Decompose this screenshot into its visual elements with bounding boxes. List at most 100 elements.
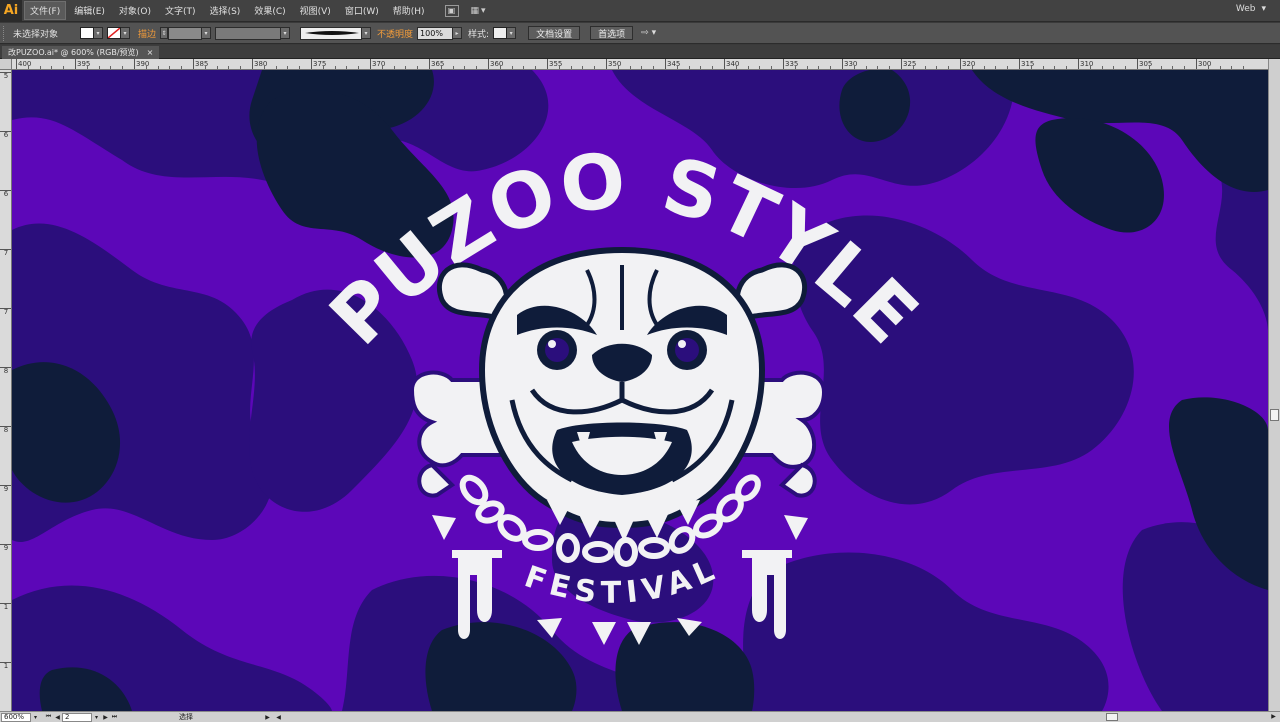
menu-type[interactable]: 文字(T) (159, 1, 202, 20)
chevron-down-icon[interactable]: ▾ (281, 27, 291, 39)
vertical-scroll-thumb[interactable] (1270, 409, 1279, 421)
scroll-right-icon[interactable]: ▶ (1269, 712, 1278, 721)
document-tab-title: 改PUZOO.ai* @ 600% (RGB/预览) (8, 48, 139, 57)
chevron-down-icon[interactable]: ▾ (652, 28, 657, 38)
opacity-control[interactable]: 100% ▸ (417, 26, 463, 40)
horizontal-scrollbar[interactable] (300, 712, 1260, 722)
ruler-minor-tick (452, 66, 454, 69)
stroke-weight[interactable]: ⇕ ▾ (160, 26, 212, 40)
ruler-minor-tick (1172, 66, 1174, 69)
ruler-minor-tick (417, 66, 419, 69)
ruler-tick-label: 5 (0, 72, 11, 80)
ruler-origin[interactable] (0, 59, 12, 70)
ruler-minor-tick (570, 66, 572, 69)
stepper-icon[interactable]: ⇕ (160, 27, 169, 39)
horizontal-scroll-thumb[interactable] (1106, 713, 1118, 721)
menu-effect[interactable]: 效果(C) (248, 1, 291, 20)
ruler-minor-tick (1125, 66, 1127, 69)
ruler-minor-tick (700, 66, 702, 69)
opacity-field[interactable]: 100% (417, 26, 454, 40)
ruler-minor-tick (629, 66, 631, 69)
ruler-tick-label: 8 (0, 426, 11, 434)
chevron-down-icon[interactable]: ▾ (362, 27, 372, 39)
chevron-down-icon[interactable]: ▾ (507, 27, 517, 39)
vertical-ruler[interactable]: 566778899111 (0, 70, 12, 711)
workspace-switcher[interactable]: Web ▾ (1236, 4, 1266, 14)
menu-window[interactable]: 窗口(W) (339, 1, 385, 20)
panel-menu[interactable]: ⇨ ▾ (641, 28, 656, 38)
vertical-scrollbar[interactable] (1268, 59, 1280, 711)
ruler-minor-tick (735, 66, 737, 69)
ruler-minor-tick (983, 66, 985, 69)
ruler-minor-tick (1148, 66, 1150, 69)
ruler-minor-tick (523, 66, 525, 69)
artboard-field[interactable]: 2 (62, 712, 92, 722)
stroke-control[interactable]: ▾ (107, 27, 131, 39)
panel-grip[interactable] (3, 25, 7, 41)
menu-file[interactable]: 文件(F) (24, 1, 67, 20)
artboard-canvas[interactable]: PUZOO STYLE FESTIVAL (12, 70, 1268, 711)
stroke-label[interactable]: 描边 (138, 27, 156, 40)
chevron-right-icon[interactable]: ▶ (263, 713, 272, 722)
style-swatch[interactable] (493, 27, 508, 39)
style-control[interactable]: ▾ (493, 27, 517, 39)
horizontal-ruler[interactable]: 400 395 390 385 380 375 370 365 360 355 350 345 340 3… (12, 59, 1268, 70)
ruler-minor-tick (169, 66, 171, 69)
control-bar: 未选择对象 ▾ ▾ 描边 ⇕ ▾ ▾ ▾ 不透明度 100% ▸ 样式: ▾ 文… (0, 23, 1280, 44)
profile-field[interactable] (215, 26, 282, 40)
ruler-minor-tick (393, 66, 395, 69)
menu-select[interactable]: 选择(S) (204, 1, 247, 20)
ruler-minor-tick (27, 66, 29, 69)
next-artboard-icon[interactable]: ▶ (101, 713, 110, 722)
fill-control[interactable]: ▾ (80, 27, 104, 39)
ruler-minor-tick (1007, 66, 1009, 69)
fill-swatch[interactable] (80, 27, 95, 39)
document-setup-button[interactable]: 文档设置 (528, 26, 581, 40)
chevron-right-icon[interactable]: ▸ (453, 27, 463, 39)
ruler-minor-tick (110, 66, 112, 69)
ruler-minor-tick (334, 66, 336, 69)
ruler-minor-tick (381, 66, 383, 69)
ruler-minor-tick (865, 66, 867, 69)
ruler-minor-tick (405, 66, 407, 69)
bridge-icon[interactable]: ▣ (444, 4, 459, 17)
menu-help[interactable]: 帮助(H) (387, 1, 431, 20)
arrange-documents-button[interactable]: ▦ ▾ (471, 6, 486, 16)
app-logo: Ai (0, 0, 22, 22)
preferences-button[interactable]: 首选项 (590, 26, 634, 40)
ruler-minor-tick (653, 66, 655, 69)
chevron-down-icon[interactable]: ▾ (94, 27, 104, 39)
panel-options-icon[interactable]: ⇨ (641, 28, 649, 38)
ruler-minor-tick (358, 66, 360, 69)
stroke-weight-field[interactable] (168, 26, 203, 40)
ruler-minor-tick (86, 66, 88, 69)
menu-view[interactable]: 视图(V) (294, 1, 337, 20)
last-artboard-icon[interactable]: ⏭ (110, 713, 119, 722)
previous-artboard-icon[interactable]: ◀ (53, 713, 62, 722)
close-icon[interactable]: × (147, 48, 154, 57)
style-label: 样式: (468, 29, 490, 40)
chevron-down-icon[interactable]: ▾ (92, 713, 101, 722)
chevron-down-icon[interactable]: ▾ (121, 27, 131, 39)
ruler-minor-tick (464, 66, 466, 69)
document-tab[interactable]: 改PUZOO.ai* @ 600% (RGB/预览) × (2, 46, 160, 59)
first-artboard-icon[interactable]: ⏮ (44, 713, 53, 722)
ruler-tick-label: 1 (0, 603, 11, 611)
current-tool-label: 选择 (179, 713, 193, 721)
zoom-field[interactable]: 600% (1, 712, 31, 722)
scroll-left-icon[interactable]: ◀ (274, 713, 283, 722)
brush-preview[interactable] (300, 26, 363, 40)
chevron-down-icon[interactable]: ▾ (202, 27, 212, 39)
chevron-down-icon[interactable]: ▾ (31, 713, 40, 722)
opacity-label[interactable]: 不透明度 (377, 27, 413, 40)
ruler-tick-label: 6 (0, 131, 11, 139)
ruler-tick-label: 7 (0, 249, 11, 257)
menu-edit[interactable]: 编辑(E) (68, 1, 111, 20)
ruler-minor-tick (759, 66, 761, 69)
brush-definition[interactable]: ▾ (300, 26, 372, 40)
menu-object[interactable]: 对象(O) (113, 1, 157, 20)
stroke-none-swatch[interactable] (107, 27, 122, 39)
ruler-tick-label: 9 (0, 485, 11, 493)
variable-width-profile[interactable]: ▾ (215, 26, 291, 40)
ruler-minor-tick (1113, 66, 1115, 69)
